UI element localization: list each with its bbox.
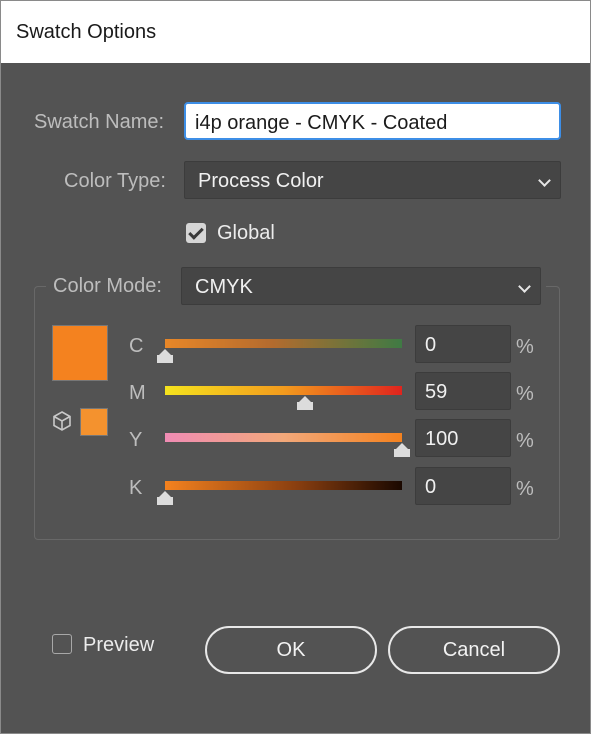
cube-icon[interactable] xyxy=(51,410,73,432)
channel-y-label: Y xyxy=(129,429,143,451)
channel-m-label: M xyxy=(129,382,146,404)
yellow-slider-track[interactable] xyxy=(165,433,402,442)
preview-checkbox[interactable] xyxy=(52,634,72,654)
color-mode-label: Color Mode: xyxy=(53,275,162,297)
ok-button[interactable]: OK xyxy=(205,626,377,674)
color-swatch-preview xyxy=(52,325,108,381)
global-label: Global xyxy=(217,222,275,244)
channel-c-label: C xyxy=(129,335,144,357)
title-bar: Swatch Options xyxy=(1,1,590,63)
color-type-select[interactable]: Process Color xyxy=(184,161,561,199)
gamut-color-swatch[interactable] xyxy=(80,408,108,436)
black-value-input[interactable]: 0 xyxy=(415,467,511,505)
color-type-label: Color Type: xyxy=(64,170,166,192)
cyan-slider-handle[interactable] xyxy=(156,349,174,363)
black-slider-track[interactable] xyxy=(165,481,402,490)
global-checkbox[interactable] xyxy=(186,223,206,243)
magenta-slider-track[interactable] xyxy=(165,386,402,395)
cyan-slider-track[interactable] xyxy=(165,339,402,348)
cyan-percent: % xyxy=(516,336,534,358)
color-mode-select[interactable]: CMYK xyxy=(181,267,541,305)
preview-label: Preview xyxy=(83,634,155,656)
black-slider-handle[interactable] xyxy=(156,491,174,505)
color-mode-value: CMYK xyxy=(195,276,253,298)
chevron-down-icon xyxy=(518,280,531,293)
swatch-name-label: Swatch Name: xyxy=(34,111,165,133)
cyan-value-input[interactable]: 0 xyxy=(415,325,511,363)
swatch-options-dialog: Swatch Options Swatch Name: i4p orange -… xyxy=(0,0,591,734)
magenta-slider-handle[interactable] xyxy=(296,396,314,410)
cancel-button[interactable]: Cancel xyxy=(388,626,560,674)
swatch-name-input[interactable]: i4p orange - CMYK - Coated xyxy=(184,102,561,140)
magenta-percent: % xyxy=(516,383,534,405)
yellow-value-input[interactable]: 100 xyxy=(415,419,511,457)
black-percent: % xyxy=(516,478,534,500)
magenta-value-input[interactable]: 59 xyxy=(415,372,511,410)
yellow-percent: % xyxy=(516,430,534,452)
chevron-down-icon xyxy=(538,174,551,187)
dialog-title: Swatch Options xyxy=(16,21,157,43)
color-type-value: Process Color xyxy=(198,170,324,192)
channel-k-label: K xyxy=(129,477,143,499)
yellow-slider-handle[interactable] xyxy=(393,443,411,457)
